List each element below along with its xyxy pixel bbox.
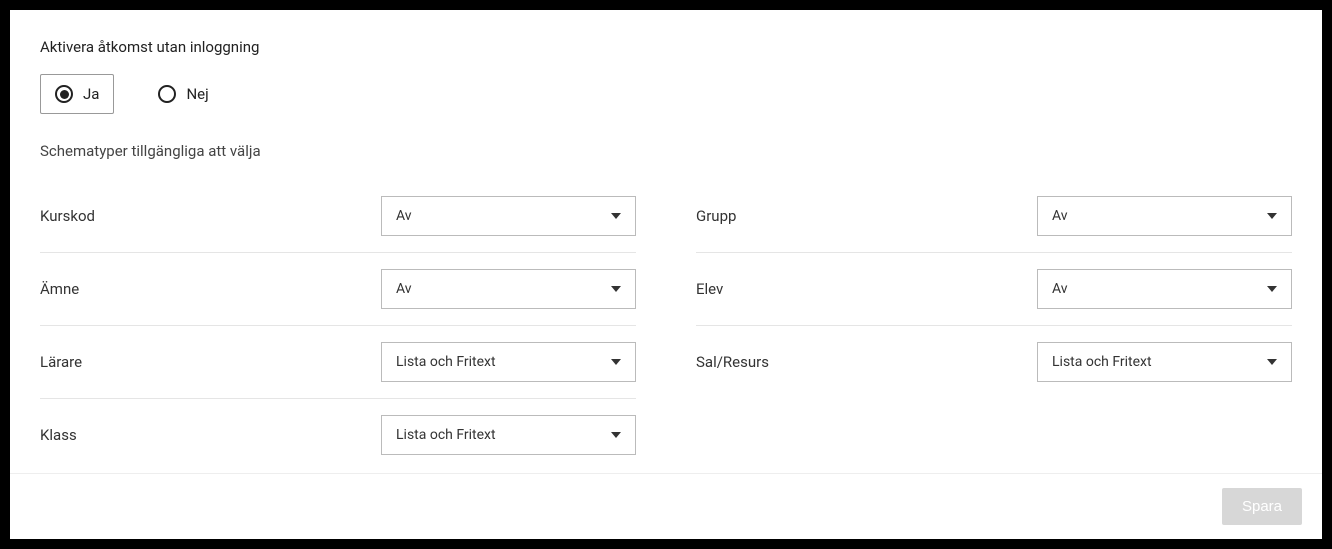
left-column: Kurskod Av Ämne Av Lärare [40,180,636,471]
radio-label-no: Nej [186,85,208,103]
select-salresurs[interactable]: Lista och Fritext [1037,342,1292,382]
label-kurskod: Kurskod [40,207,381,225]
label-elev: Elev [696,280,1037,298]
save-button[interactable]: Spara [1222,488,1302,525]
select-value: Av [1052,208,1068,224]
right-column: Grupp Av Elev Av Sal/Resurs [696,180,1292,471]
chevron-down-icon [611,213,621,219]
select-klass[interactable]: Lista och Fritext [381,415,636,455]
select-value: Av [396,208,412,224]
access-title: Aktivera åtkomst utan inloggning [40,38,1292,56]
chevron-down-icon [611,432,621,438]
chevron-down-icon [1267,286,1277,292]
select-value: Lista och Fritext [396,427,496,443]
row-amne: Ämne Av [40,253,636,326]
row-kurskod: Kurskod Av [40,180,636,253]
select-elev[interactable]: Av [1037,269,1292,309]
select-value: Lista och Fritext [396,354,496,370]
schematypes-grid: Kurskod Av Ämne Av Lärare [40,180,1292,471]
select-amne[interactable]: Av [381,269,636,309]
radio-icon [158,85,176,103]
footer: Spara [10,473,1322,539]
settings-panel: Aktivera åtkomst utan inloggning Ja Nej … [10,10,1322,539]
chevron-down-icon [611,286,621,292]
select-larare[interactable]: Lista och Fritext [381,342,636,382]
row-klass: Klass Lista och Fritext [40,399,636,471]
label-amne: Ämne [40,280,381,298]
radio-option-no[interactable]: Nej [144,75,222,113]
select-value: Av [1052,281,1068,297]
radio-icon [55,85,73,103]
select-grupp[interactable]: Av [1037,196,1292,236]
schematypes-title: Schematyper tillgängliga att välja [40,142,1292,160]
select-value: Av [396,281,412,297]
access-radio-group: Ja Nej [40,74,1292,114]
select-value: Lista och Fritext [1052,354,1152,370]
label-salresurs: Sal/Resurs [696,353,1037,371]
row-elev: Elev Av [696,253,1292,326]
label-larare: Lärare [40,353,381,371]
row-larare: Lärare Lista och Fritext [40,326,636,399]
radio-label-yes: Ja [83,85,99,103]
chevron-down-icon [611,359,621,365]
chevron-down-icon [1267,213,1277,219]
select-kurskod[interactable]: Av [381,196,636,236]
chevron-down-icon [1267,359,1277,365]
radio-option-yes[interactable]: Ja [40,74,114,114]
row-salresurs: Sal/Resurs Lista och Fritext [696,326,1292,398]
label-grupp: Grupp [696,207,1037,225]
label-klass: Klass [40,426,381,444]
row-grupp: Grupp Av [696,180,1292,253]
